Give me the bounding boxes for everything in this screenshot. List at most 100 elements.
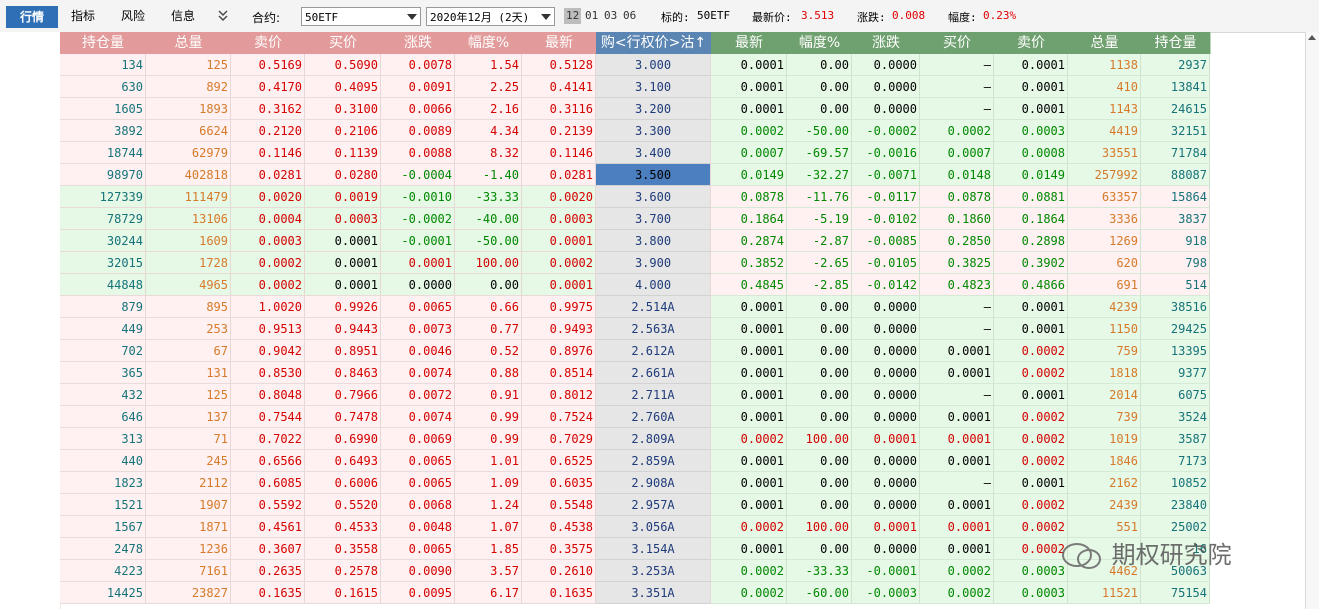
scroll-up-icon[interactable] [1308,35,1316,40]
call-cell: 0.0019 [305,186,381,208]
strike-cell[interactable]: 3.100 [596,76,711,98]
strike-cell[interactable]: 3.400 [596,142,711,164]
strike-cell[interactable]: 2.711A [596,384,711,406]
table-row[interactable]: 313 71 0.7022 0.6990 0.0069 0.99 0.7029 2.809A 0… [60,428,1303,450]
put-cell: 0.0007 [711,142,787,164]
month-tab-06[interactable]: 06 [623,9,636,22]
strike-cell[interactable]: 2.957A [596,494,711,516]
call-header-1[interactable]: 总量 [146,32,232,54]
table-row[interactable]: 1823 2112 0.6085 0.6006 0.0065 1.09 0.6035 2.90… [60,472,1303,494]
strike-cell[interactable]: 3.154A [596,538,711,560]
strike-cell[interactable]: 3.300 [596,120,711,142]
table-row[interactable]: 32015 1728 0.0002 0.0001 0.0001 100.00 0.0002 3… [60,252,1303,274]
call-header-5[interactable]: 幅度% [455,32,523,54]
strike-cell[interactable]: 3.800 [596,230,711,252]
strike-cell[interactable]: 2.908A [596,472,711,494]
strike-cell[interactable]: 2.612A [596,340,711,362]
strike-cell[interactable]: 3.200 [596,98,711,120]
put-header-3[interactable]: 买价 [920,32,995,54]
call-header-4[interactable]: 涨跌 [381,32,456,54]
call-header-0[interactable]: 持仓量 [60,32,147,54]
strike-cell[interactable]: 2.859A [596,450,711,472]
strike-cell[interactable]: 3.700 [596,208,711,230]
strike-cell[interactable]: 2.661A [596,362,711,384]
table-row[interactable]: 30244 1609 0.0003 0.0001 -0.0001 -50.00 0.0001… [60,230,1303,252]
call-cell: 0.0069 [381,428,455,450]
more-tabs-chevron-icon[interactable] [216,8,230,24]
underlying-value: 50ETF [697,9,731,22]
table-row[interactable]: 702 67 0.9042 0.8951 0.0046 0.52 0.8976 2.612A 0… [60,340,1303,362]
tab-info[interactable]: 信息 [171,6,195,26]
call-cell: 0.9493 [522,318,596,340]
table-row[interactable]: 1605 1893 0.3162 0.3100 0.0066 2.16 0.3116 3.20… [60,98,1303,120]
put-cell: 0.0002 [994,516,1068,538]
put-header-5[interactable]: 总量 [1068,32,1142,54]
call-cell: 0.9513 [231,318,305,340]
strike-header[interactable]: 购<行权价>沽↑ [596,32,712,54]
call-header-2[interactable]: 卖价 [231,32,306,54]
month-tab-01[interactable]: 01 [585,9,598,22]
table-row[interactable]: 646 137 0.7544 0.7478 0.0074 0.99 0.7524 2.760A… [60,406,1303,428]
tab-quotes[interactable]: 行情 [6,6,58,28]
table-row[interactable]: 127339 111479 0.0020 0.0019 -0.0010 -33.33 0.0… [60,186,1303,208]
put-cell: 0.0001 [711,494,787,516]
tab-indicators[interactable]: 指标 [71,6,95,26]
strike-cell[interactable]: 4.000 [596,274,711,296]
strike-cell[interactable]: 2.563A [596,318,711,340]
month-tab-12[interactable]: 12 [564,8,582,24]
call-cell: 0.5090 [305,54,381,76]
call-header-6[interactable]: 最新 [522,32,597,54]
call-cell: 1.54 [455,54,522,76]
put-header-6[interactable]: 持仓量 [1141,32,1211,54]
put-cell: 0.0001 [920,450,994,472]
vertical-scrollbar[interactable] [1305,32,1319,609]
call-cell: 0.0020 [522,186,596,208]
table-row[interactable]: 134 125 0.5169 0.5090 0.0078 1.54 0.5128 3.000 0… [60,54,1303,76]
call-cell: 0.0089 [381,120,455,142]
put-cell: 0.0000 [852,494,920,516]
strike-cell[interactable]: 2.760A [596,406,711,428]
tab-risk[interactable]: 风险 [121,6,145,26]
left-gutter [0,32,61,609]
call-cell: -33.33 [455,186,522,208]
strike-cell[interactable]: 3.500 [596,164,711,186]
month-tab-03[interactable]: 03 [604,9,617,22]
call-cell: -1.40 [455,164,522,186]
table-row[interactable]: 44848 4965 0.0002 0.0001 0.0000 0.00 0.0001 4.0… [60,274,1303,296]
put-cell: 7173 [1141,450,1210,472]
put-cell: 38516 [1141,296,1210,318]
strike-cell[interactable]: 2.809A [596,428,711,450]
table-row[interactable]: 3892 6624 0.2120 0.2106 0.0089 4.34 0.2139 3.30… [60,120,1303,142]
strike-cell[interactable]: 3.900 [596,252,711,274]
strike-cell[interactable]: 2.514A [596,296,711,318]
month-select[interactable]: 2020年12月 (2天) [426,7,555,26]
table-row[interactable]: 18744 62979 0.1146 0.1139 0.0088 8.32 0.1146 3.… [60,142,1303,164]
table-row[interactable]: 449 253 0.9513 0.9443 0.0073 0.77 0.9493 2.563A… [60,318,1303,340]
strike-cell[interactable]: 3.056A [596,516,711,538]
strike-cell[interactable]: 3.000 [596,54,711,76]
strike-cell[interactable]: 3.600 [596,186,711,208]
table-row[interactable]: 879 895 1.0020 0.9926 0.0065 0.66 0.9975 2.514A… [60,296,1303,318]
table-row[interactable]: 78729 13106 0.0004 0.0003 -0.0002 -40.00 0.000… [60,208,1303,230]
table-row[interactable]: 98970 402818 0.0281 0.0280 -0.0004 -1.40 0.028… [60,164,1303,186]
table-row[interactable]: 1521 1907 0.5592 0.5520 0.0068 1.24 0.5548 2.95… [60,494,1303,516]
put-cell: 0.0001 [711,98,787,120]
put-cell: 0.0001 [711,340,787,362]
call-header-3[interactable]: 买价 [305,32,382,54]
put-cell: 0.2898 [994,230,1068,252]
put-header-2[interactable]: 涨跌 [852,32,921,54]
contract-select[interactable]: 50ETF [301,7,421,26]
call-cell: 313 [60,428,146,450]
put-cell: 0.00 [787,340,852,362]
strike-cell[interactable]: 3.351A [596,582,711,604]
put-header-4[interactable]: 卖价 [994,32,1069,54]
put-header-1[interactable]: 幅度% [787,32,853,54]
strike-cell[interactable]: 3.253A [596,560,711,582]
table-row[interactable]: 440 245 0.6566 0.6493 0.0065 1.01 0.6525 2.859A… [60,450,1303,472]
call-cell: 0.9042 [231,340,305,362]
table-row[interactable]: 14425 23827 0.1635 0.1615 0.0095 6.17 0.1635 3.… [60,582,1303,604]
table-row[interactable]: 365 131 0.8530 0.8463 0.0074 0.88 0.8514 2.661A… [60,362,1303,384]
put-header-0[interactable]: 最新 [711,32,788,54]
table-row[interactable]: 630 892 0.4170 0.4095 0.0091 2.25 0.4141 3.100 0… [60,76,1303,98]
table-row[interactable]: 432 125 0.8048 0.7966 0.0072 0.91 0.8012 2.711A… [60,384,1303,406]
